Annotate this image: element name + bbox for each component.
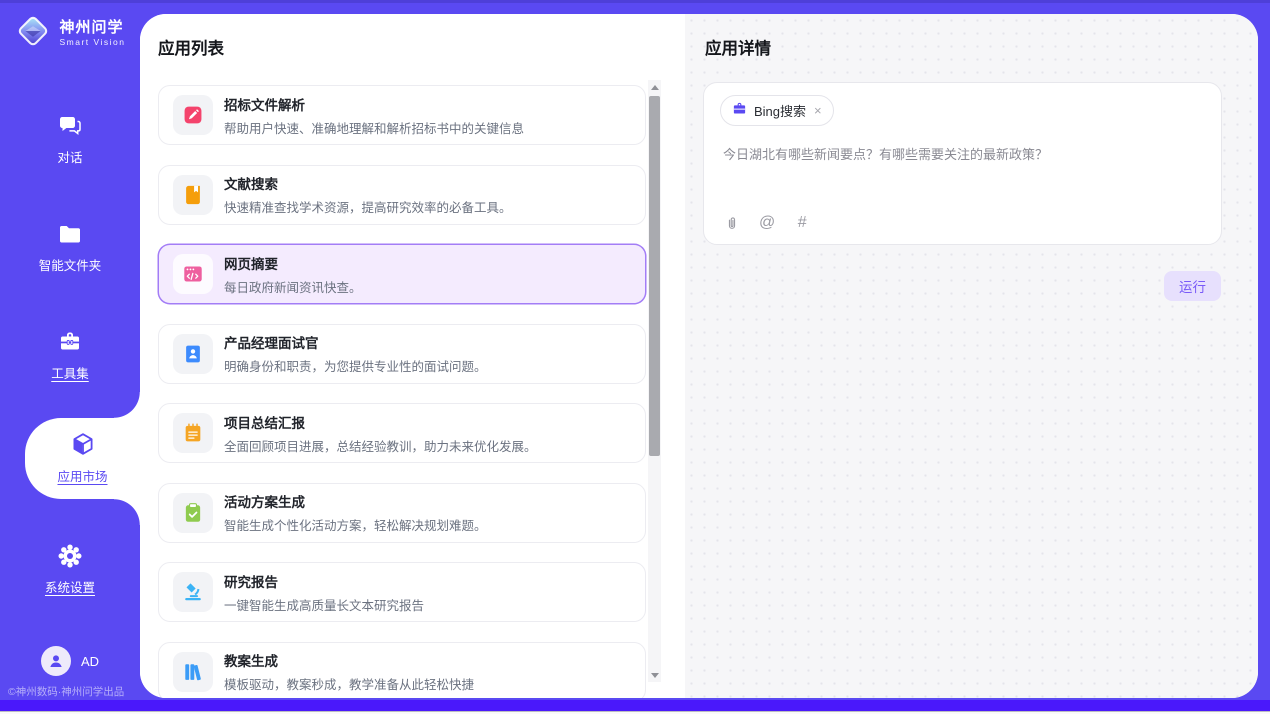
chat-icon xyxy=(57,112,83,140)
app-list-item[interactable]: 教案生成 模板驱动，教案秒成，教学准备从此轻松快捷 xyxy=(158,642,646,699)
app-list-item[interactable]: 文献搜索 快速精准查找学术资源，提高研究效率的必备工具。 xyxy=(158,165,646,225)
folder-icon xyxy=(57,220,83,248)
app-name: 活动方案生成 xyxy=(224,491,487,511)
app-description: 模板驱动，教案秒成，教学准备从此轻松快捷 xyxy=(224,674,474,693)
run-button[interactable]: 运行 xyxy=(1164,271,1221,301)
interview-icon xyxy=(173,334,213,374)
app-description: 明确身份和职责，为您提供专业性的面试问题。 xyxy=(224,356,487,375)
app-description: 帮助用户快速、准确地理解和解析招标书中的关键信息 xyxy=(224,118,524,137)
app-name: 产品经理面试官 xyxy=(224,332,487,352)
briefcase-icon xyxy=(732,101,747,121)
prompt-toolbar: @# xyxy=(724,214,810,232)
paperclip-icon[interactable] xyxy=(724,215,740,232)
app-window: 神州问学 Smart Vision 对话 智能文件夹 工具集 应用市场 系统设置… xyxy=(0,0,1270,714)
app-list-item[interactable]: 研究报告 一键智能生成高质量长文本研究报告 xyxy=(158,562,646,622)
user-icon xyxy=(41,646,71,676)
clipboard-icon xyxy=(173,493,213,533)
hash-icon[interactable]: # xyxy=(794,214,810,232)
app-detail-title: 应用详情 xyxy=(705,40,1258,59)
scroll-up-arrow[interactable] xyxy=(648,80,661,94)
sidebar-item-app-market[interactable]: 应用市场 xyxy=(25,418,140,499)
app-list: 招标文件解析 帮助用户快速、准确地理解和解析招标书中的关键信息 文献搜索 快速精… xyxy=(158,85,646,698)
app-description: 一键智能生成高质量长文本研究报告 xyxy=(224,595,424,614)
sidebar-item-toolset[interactable]: 工具集 xyxy=(0,320,140,390)
app-list-item[interactable]: 产品经理面试官 明确身份和职责，为您提供专业性的面试问题。 xyxy=(158,324,646,384)
app-detail-panel: 应用详情 Bing搜索 × 今日湖北有哪些新闻要点？有哪些需要关注的最新政策？ … xyxy=(685,14,1258,698)
app-name: 项目总结汇报 xyxy=(224,412,537,432)
sidebar-item-chat[interactable]: 对话 xyxy=(0,104,140,174)
app-name: 教案生成 xyxy=(224,650,474,670)
app-name: 招标文件解析 xyxy=(224,94,524,114)
cube-icon xyxy=(69,431,97,459)
sidebar-item-smart-folder[interactable]: 智能文件夹 xyxy=(0,212,140,282)
app-name: 网页摘要 xyxy=(224,253,362,273)
gear-icon xyxy=(57,542,83,570)
tool-chip[interactable]: Bing搜索 × xyxy=(720,95,834,126)
sidebar: 神州问学 Smart Vision 对话 智能文件夹 工具集 应用市场 系统设置… xyxy=(0,0,140,700)
app-list-title: 应用列表 xyxy=(158,40,685,59)
app-list-panel: 应用列表 招标文件解析 帮助用户快速、准确地理解和解析招标书中的关键信息 文献搜… xyxy=(140,14,685,698)
notepad-icon xyxy=(173,413,213,453)
toolbox-icon xyxy=(57,328,83,356)
scroll-thumb[interactable] xyxy=(649,96,660,456)
app-description: 每日政府新闻资讯快查。 xyxy=(224,277,362,296)
microscope-icon xyxy=(173,572,213,612)
app-list-item[interactable]: 活动方案生成 智能生成个性化活动方案，轻松解决规划难题。 xyxy=(158,483,646,543)
close-icon[interactable]: × xyxy=(814,103,822,118)
content-window: 应用列表 招标文件解析 帮助用户快速、准确地理解和解析招标书中的关键信息 文献搜… xyxy=(140,14,1258,698)
copyright: ©神州数码·神州问学出品 xyxy=(8,684,124,699)
tool-chip-label: Bing搜索 xyxy=(754,101,806,120)
books-icon xyxy=(173,652,213,692)
top-edge xyxy=(0,0,1270,3)
browser-icon xyxy=(173,254,213,294)
user-label: AD xyxy=(81,654,99,669)
scroll-down-arrow[interactable] xyxy=(648,668,661,682)
bottom-accent-bar xyxy=(0,700,1270,711)
app-name: 文献搜索 xyxy=(224,173,512,193)
pen-icon xyxy=(173,95,213,135)
app-description: 快速精准查找学术资源，提高研究效率的必备工具。 xyxy=(224,197,512,216)
at-icon[interactable]: @ xyxy=(759,214,775,232)
app-description: 全面回顾项目进展，总结经验教训，助力未来优化发展。 xyxy=(224,436,537,455)
app-list-item[interactable]: 招标文件解析 帮助用户快速、准确地理解和解析招标书中的关键信息 xyxy=(158,85,646,145)
app-description: 智能生成个性化活动方案，轻松解决规划难题。 xyxy=(224,515,487,534)
sidebar-nav: 对话 智能文件夹 工具集 应用市场 系统设置 xyxy=(0,0,140,700)
prompt-input[interactable]: 今日湖北有哪些新闻要点？有哪些需要关注的最新政策？ xyxy=(723,145,1205,165)
user-row[interactable]: AD xyxy=(0,646,140,676)
prompt-card: Bing搜索 × 今日湖北有哪些新闻要点？有哪些需要关注的最新政策？ @# xyxy=(703,82,1222,245)
scrollbar[interactable] xyxy=(648,80,661,682)
book-icon xyxy=(173,175,213,215)
app-list-item[interactable]: 网页摘要 每日政府新闻资讯快查。 xyxy=(158,244,646,304)
app-name: 研究报告 xyxy=(224,571,424,591)
sidebar-item-settings[interactable]: 系统设置 xyxy=(0,534,140,604)
app-list-item[interactable]: 项目总结汇报 全面回顾项目进展，总结经验教训，助力未来优化发展。 xyxy=(158,403,646,463)
